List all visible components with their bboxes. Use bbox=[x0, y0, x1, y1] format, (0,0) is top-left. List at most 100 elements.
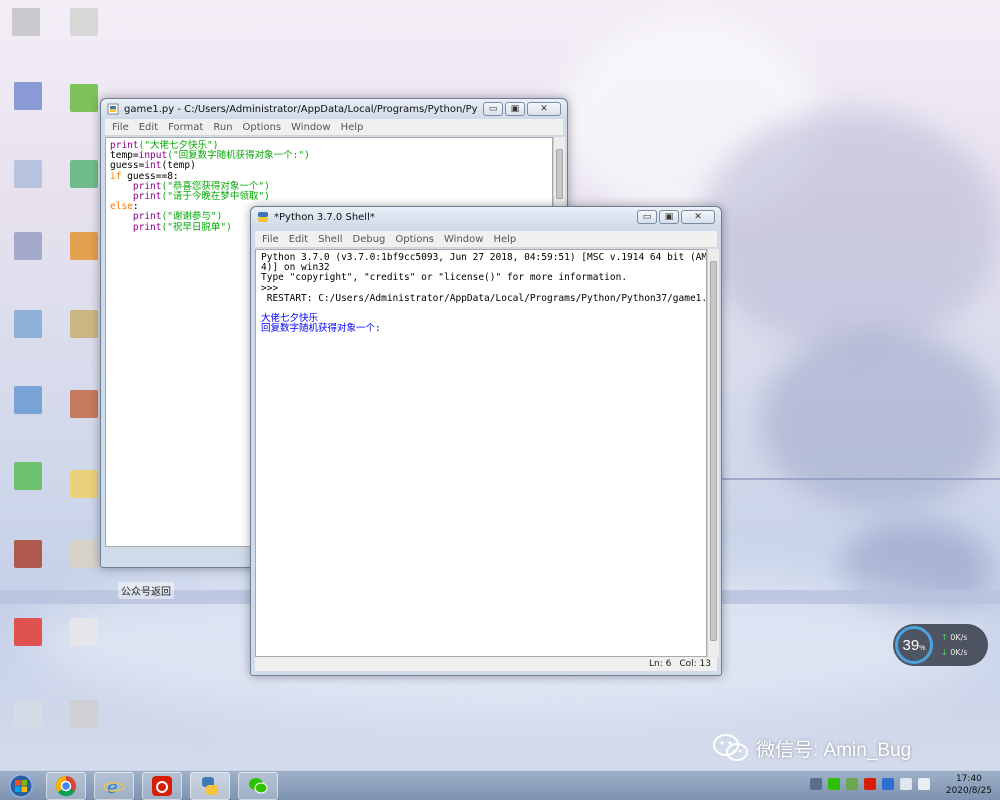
wechat-logo-icon bbox=[713, 734, 748, 761]
code-token: ("祝早日脱单") bbox=[161, 221, 232, 233]
menu-options[interactable]: Options bbox=[238, 122, 287, 133]
desktop-icon[interactable] bbox=[70, 84, 98, 112]
taskbar-python[interactable] bbox=[190, 771, 230, 800]
desktop-icon[interactable] bbox=[14, 618, 42, 646]
shell-menubar: File Edit Shell Debug Options Window Hel… bbox=[255, 231, 717, 248]
desktop-icon[interactable] bbox=[70, 470, 98, 498]
editor-title: game1.py - C:/Users/Administrator/AppDat… bbox=[124, 103, 477, 115]
gauge-percent: 39 bbox=[902, 636, 920, 654]
menu-options[interactable]: Options bbox=[390, 234, 439, 245]
security-icon[interactable] bbox=[882, 778, 894, 790]
desktop-icon[interactable] bbox=[14, 462, 42, 490]
system-tray bbox=[810, 778, 930, 790]
netease-tray-icon[interactable] bbox=[864, 778, 876, 790]
shell-line: Type "copyright", "credits" or "license(… bbox=[261, 272, 628, 284]
desktop-icon[interactable] bbox=[70, 540, 98, 568]
windows-logo-icon bbox=[9, 774, 33, 797]
menu-edit[interactable]: Edit bbox=[134, 122, 163, 133]
taskbar-chrome[interactable] bbox=[46, 771, 86, 800]
desktop-icon[interactable] bbox=[14, 310, 42, 338]
menu-run[interactable]: Run bbox=[208, 122, 237, 133]
maximize-button[interactable]: ▣ bbox=[505, 102, 525, 116]
wechat-tray-icon[interactable] bbox=[828, 778, 840, 790]
clock-time: 17:40 bbox=[955, 774, 982, 784]
netease-music-icon bbox=[152, 775, 172, 796]
shell-titlebar[interactable]: *Python 3.7.0 Shell* ▭ ▣ ✕ bbox=[251, 207, 721, 227]
watermark-text: 微信号: Amin_Bug bbox=[756, 739, 912, 761]
shell-output[interactable]: Python 3.7.0 (v3.7.0:1bf9cc5093, Jun 27 … bbox=[255, 249, 707, 657]
wallpaper-cloud bbox=[700, 110, 1000, 350]
desktop-icon[interactable] bbox=[14, 160, 42, 188]
desktop-icon[interactable] bbox=[14, 700, 42, 728]
shell-scrollbar[interactable] bbox=[707, 249, 719, 657]
desktop-icon[interactable] bbox=[70, 618, 98, 646]
volume-icon[interactable] bbox=[918, 778, 930, 790]
memory-usage-gauge: 39% bbox=[895, 626, 933, 664]
shell-title: *Python 3.7.0 Shell* bbox=[274, 211, 375, 223]
menu-help[interactable]: Help bbox=[336, 122, 369, 133]
minimize-button[interactable]: ▭ bbox=[483, 102, 503, 116]
python-file-icon bbox=[107, 103, 119, 115]
desktop-icon[interactable] bbox=[70, 160, 98, 188]
desktop-icon-label[interactable]: 公众号返回 bbox=[118, 582, 174, 599]
desktop-icon[interactable] bbox=[70, 390, 98, 418]
upload-arrow-icon: ↑ bbox=[941, 633, 948, 642]
shell-statusbar: Ln: 6 Col: 13 bbox=[255, 657, 717, 671]
taskbar-netease-music[interactable] bbox=[142, 771, 182, 800]
editor-titlebar[interactable]: game1.py - C:/Users/Administrator/AppDat… bbox=[101, 99, 567, 119]
menu-format[interactable]: Format bbox=[163, 122, 208, 133]
wallpaper-railing bbox=[720, 478, 1000, 480]
desktop-icon[interactable] bbox=[70, 8, 98, 36]
wechat-icon bbox=[249, 777, 268, 793]
shell-window[interactable]: *Python 3.7.0 Shell* ▭ ▣ ✕ File Edit She… bbox=[250, 206, 722, 676]
status-col: Col: 13 bbox=[679, 659, 711, 669]
menu-window[interactable]: Window bbox=[286, 122, 335, 133]
start-button[interactable] bbox=[4, 772, 38, 800]
code-token: ("请于今晚在梦中领取") bbox=[161, 191, 270, 203]
desktop-icon[interactable] bbox=[14, 82, 42, 110]
svg-text:e: e bbox=[107, 777, 118, 797]
desktop-icon[interactable] bbox=[70, 310, 98, 338]
menu-edit[interactable]: Edit bbox=[284, 234, 313, 245]
gauge-percent-unit: % bbox=[919, 644, 926, 652]
internet-explorer-icon: e bbox=[103, 777, 125, 797]
taskbar-ie[interactable]: e bbox=[94, 771, 134, 800]
desktop-icon[interactable] bbox=[70, 700, 98, 728]
shell-line: 回复数字随机获得对象一个: bbox=[261, 323, 381, 335]
editor-menubar: File Edit Format Run Options Window Help bbox=[105, 119, 563, 136]
menu-help[interactable]: Help bbox=[488, 234, 521, 245]
menu-file[interactable]: File bbox=[257, 234, 284, 245]
python-icon bbox=[202, 776, 218, 795]
wallpaper-cloud bbox=[760, 330, 1000, 510]
network-icon[interactable] bbox=[900, 778, 912, 790]
menu-shell[interactable]: Shell bbox=[313, 234, 347, 245]
keyboard-icon[interactable] bbox=[810, 778, 822, 790]
code-line: print("请于今晚在梦中领取") bbox=[110, 191, 548, 203]
status-line: Ln: 6 bbox=[649, 659, 672, 669]
download-speed: 0K/s bbox=[950, 648, 968, 657]
desktop-icon[interactable] bbox=[14, 232, 42, 260]
menu-window[interactable]: Window bbox=[439, 234, 488, 245]
scrollbar-thumb[interactable] bbox=[710, 261, 717, 641]
network-speed-widget[interactable]: 39% ↑ 0K/s ↓ 0K/s bbox=[893, 624, 988, 666]
clock-date: 2020/8/25 bbox=[945, 786, 992, 796]
python-shell-icon bbox=[258, 212, 268, 222]
close-button[interactable]: ✕ bbox=[527, 102, 561, 116]
scrollbar-thumb[interactable] bbox=[556, 149, 563, 199]
desktop-icon[interactable] bbox=[14, 386, 42, 414]
chrome-icon bbox=[56, 775, 76, 796]
minimize-button[interactable]: ▭ bbox=[637, 210, 657, 224]
desktop-icon[interactable] bbox=[70, 232, 98, 260]
close-button[interactable]: ✕ bbox=[681, 210, 715, 224]
menu-file[interactable]: File bbox=[107, 122, 134, 133]
wechat-watermark: 微信号: Amin_Bug bbox=[712, 732, 911, 764]
taskbar-wechat[interactable] bbox=[238, 771, 278, 800]
desktop-icon[interactable] bbox=[14, 540, 42, 568]
taskbar-clock[interactable]: 17:40 2020/8/25 bbox=[946, 773, 992, 797]
menu-debug[interactable]: Debug bbox=[348, 234, 391, 245]
shell-line: RESTART: C:/Users/Administrator/AppData/… bbox=[261, 292, 707, 304]
desktop-icon[interactable] bbox=[12, 8, 40, 36]
tray-app-icon[interactable] bbox=[846, 778, 858, 790]
desktop-icon-column bbox=[0, 0, 110, 770]
maximize-button[interactable]: ▣ bbox=[659, 210, 679, 224]
